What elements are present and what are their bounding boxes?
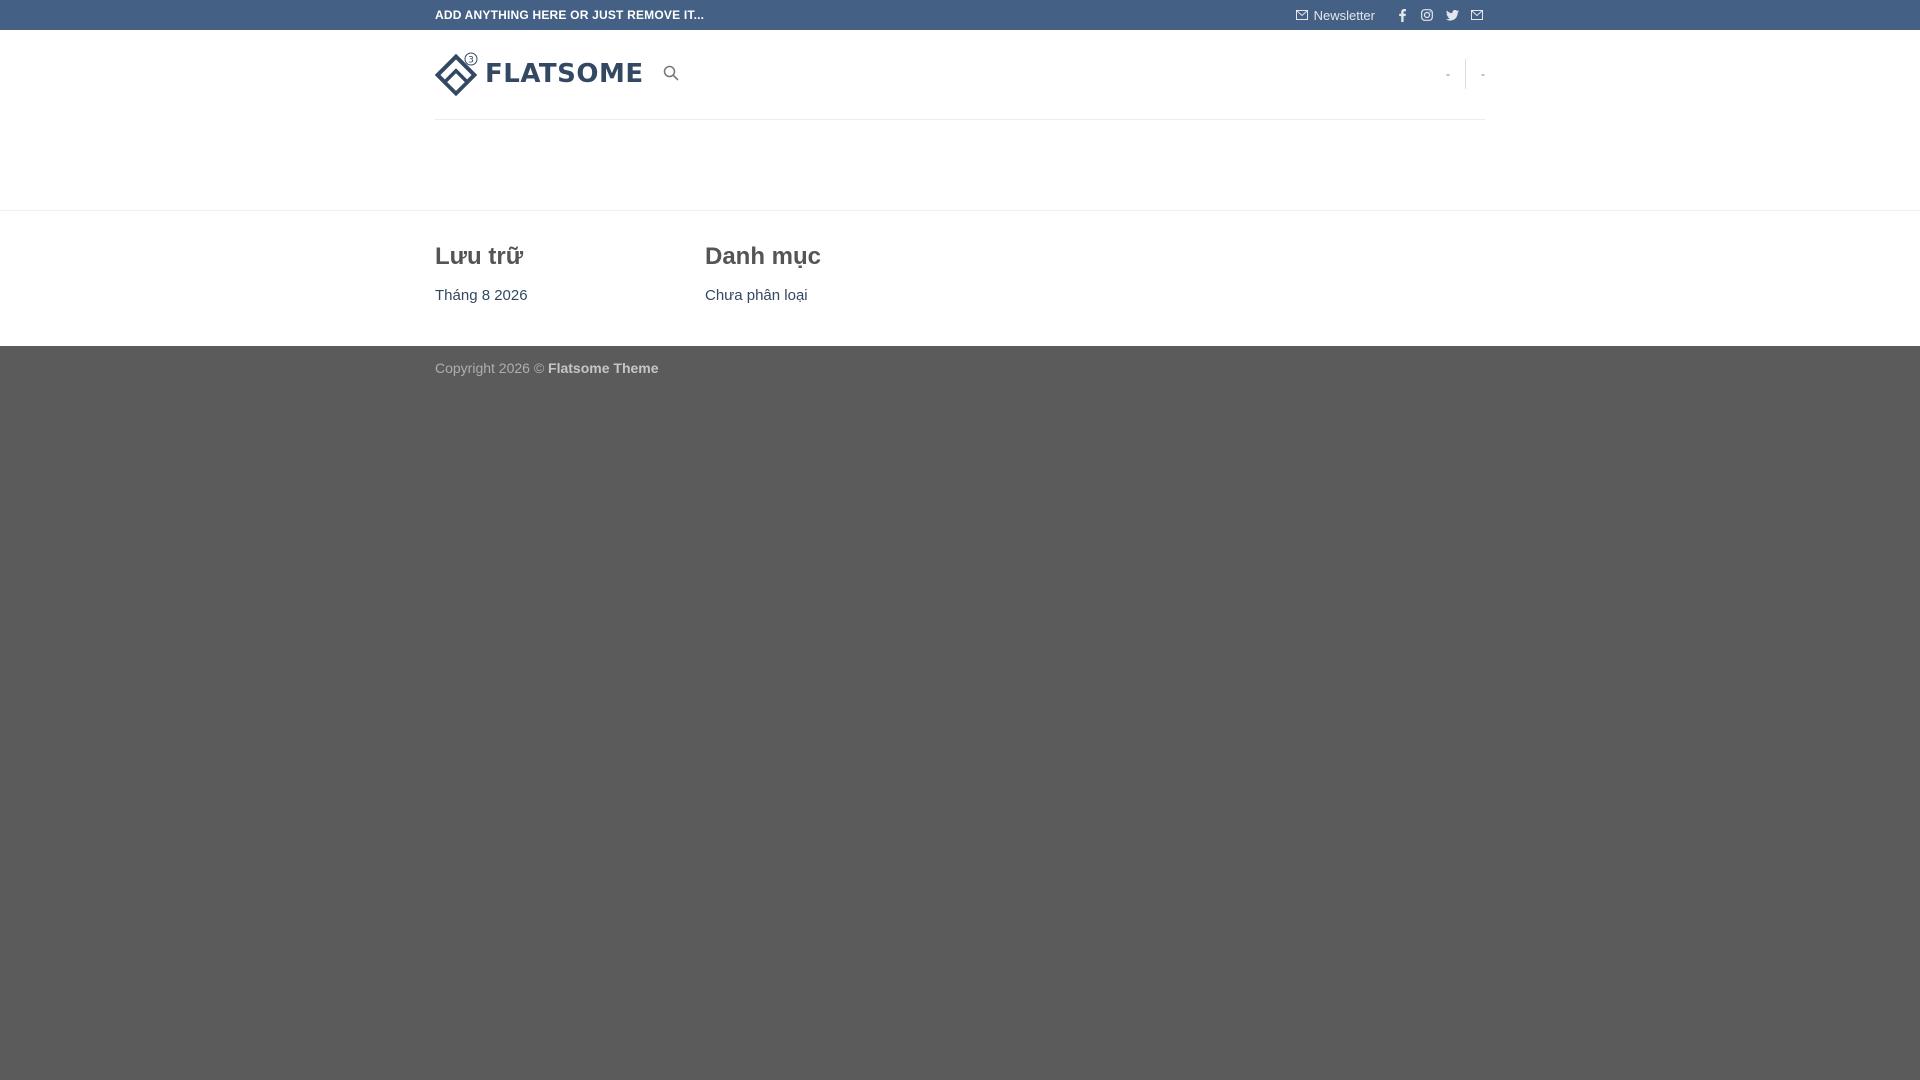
copyright-text: Copyright 2026 ©: [435, 360, 545, 376]
category-link[interactable]: Chưa phân loại: [705, 287, 808, 304]
widget-title: Lưu trữ: [435, 243, 524, 270]
widget-title: Danh mục: [705, 243, 822, 270]
copyright-brand: Flatsome Theme: [548, 360, 659, 376]
search-icon[interactable]: [663, 65, 679, 86]
footer-widgets: Lưu trữ Tháng 8 2026 Danh mục Chưa phân …: [0, 210, 1920, 346]
header-link-1[interactable]: -: [1431, 58, 1465, 90]
top-bar-promo-text: ADD ANYTHING HERE OR JUST REMOVE IT...: [435, 8, 705, 22]
logo-text: FLATSOME: [485, 59, 644, 89]
header-link-2[interactable]: -: [1466, 58, 1485, 90]
twitter-icon[interactable]: [1444, 7, 1460, 23]
header-right-nav: - -: [1431, 58, 1485, 90]
archive-link[interactable]: Tháng 8 2026: [435, 287, 528, 304]
widget-archives: Lưu trữ Tháng 8 2026: [435, 243, 528, 305]
envelope-icon[interactable]: [1469, 7, 1485, 23]
flatsome-logo-mark: 3: [435, 52, 478, 96]
envelope-icon: [1295, 10, 1308, 20]
newsletter-label: Newsletter: [1313, 7, 1375, 23]
top-bar: ADD ANYTHING HERE OR JUST REMOVE IT... N…: [0, 0, 1920, 30]
instagram-icon[interactable]: [1419, 7, 1435, 23]
newsletter-link[interactable]: Newsletter: [1295, 7, 1375, 23]
site-header: 3 FLATSOME - -: [0, 30, 1920, 210]
facebook-icon[interactable]: [1394, 7, 1410, 23]
site-logo[interactable]: 3 FLATSOME: [435, 52, 644, 96]
copyright: Copyright 2026 © Flatsome Theme: [435, 360, 659, 376]
logo-badge: 3: [468, 56, 474, 66]
top-bar-right: Newsletter: [1295, 7, 1485, 23]
widget-categories: Danh mục Chưa phân loại: [705, 243, 821, 305]
site-footer: Copyright 2026 © Flatsome Theme: [0, 346, 1920, 1080]
